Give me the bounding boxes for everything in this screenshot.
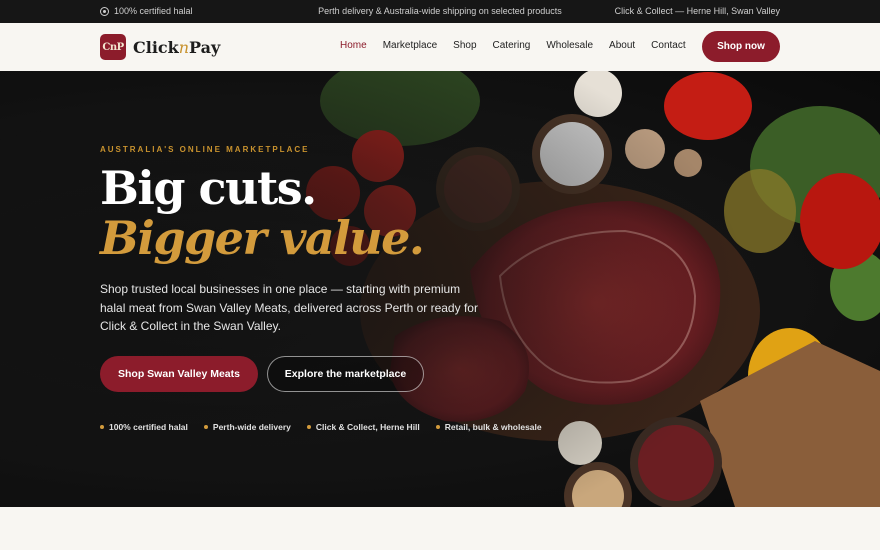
bullet-dot-icon — [203, 425, 208, 429]
perk-item: Retail, bulk & wholesale — [435, 422, 542, 432]
perk-item: Perth-wide delivery — [203, 422, 291, 432]
hero-headline: Big cuts. — [100, 161, 317, 215]
logo-mark: CnP — [100, 34, 126, 60]
bullet-dot-icon — [435, 425, 440, 429]
hero-section: AUSTRALIA'S ONLINE MARKETPLACE Big cuts.… — [0, 71, 880, 507]
main-header: CnP ClicknPay Home Marketplace Shop Cate… — [0, 23, 880, 71]
shop-now-button[interactable]: Shop now — [702, 31, 780, 62]
perk-item: Click & Collect, Herne Hill — [306, 422, 420, 432]
bullet-dot-icon — [306, 425, 311, 429]
main-nav: Home Marketplace Shop Catering Wholesale… — [340, 40, 686, 51]
collect-note: Click & Collect — Herne Hill, Swan Valle… — [614, 6, 780, 16]
nav-home[interactable]: Home — [340, 40, 367, 51]
hero-perks: 100% certified halal Perth-wide delivery… — [100, 422, 542, 432]
explore-marketplace-button[interactable]: Explore the marketplace — [267, 356, 424, 392]
hero-headline-accent: Bigger value. — [100, 211, 425, 265]
hero-eyebrow: AUSTRALIA'S ONLINE MARKETPLACE — [100, 145, 310, 154]
bullet-dot-icon — [100, 425, 104, 429]
logo-wordmark: ClicknPay — [133, 37, 221, 57]
nav-catering[interactable]: Catering — [493, 40, 531, 51]
nav-shop[interactable]: Shop — [453, 40, 476, 51]
nav-contact[interactable]: Contact — [651, 40, 685, 51]
shop-swan-valley-meats-button[interactable]: Shop Swan Valley Meats — [100, 356, 258, 392]
nav-marketplace[interactable]: Marketplace — [383, 40, 437, 51]
nav-wholesale[interactable]: Wholesale — [546, 40, 593, 51]
nav-about[interactable]: About — [609, 40, 635, 51]
announcement-bar: 100% certified halal Perth delivery & Au… — [0, 0, 880, 23]
hero-lead: Shop trusted local businesses in one pla… — [100, 282, 478, 333]
perk-item: 100% certified halal — [100, 422, 188, 432]
logo[interactable]: CnP ClicknPay — [100, 34, 220, 60]
